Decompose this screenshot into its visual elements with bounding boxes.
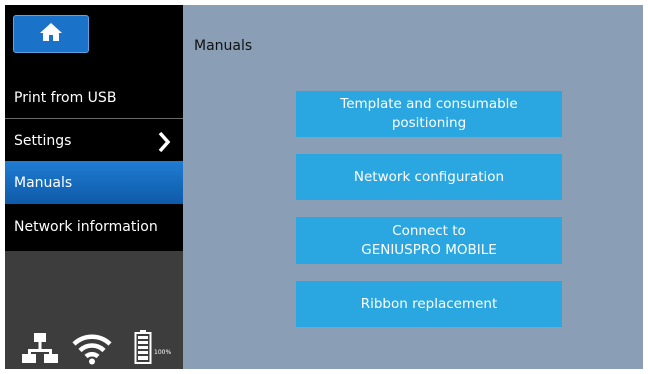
sidebar-item-manuals[interactable]: Manuals — [5, 162, 183, 204]
home-button[interactable] — [13, 15, 89, 53]
sidebar-item-label: Print from USB — [14, 89, 117, 106]
device-screen: Print from USB Settings Manuals Network … — [5, 5, 643, 369]
template-consumable-positioning-button[interactable]: Template and consumable positioning — [296, 91, 562, 137]
button-label-line2: positioning — [391, 115, 467, 131]
sidebar-item-network-information[interactable]: Network information — [5, 206, 183, 248]
network-icon — [19, 331, 61, 369]
wifi-icon — [72, 333, 112, 369]
button-label-line1: Template and consumable — [340, 96, 518, 112]
home-icon — [39, 22, 63, 46]
sidebar-item-settings[interactable]: Settings — [5, 120, 183, 162]
button-label-line2: GENIUSPRO MOBILE — [361, 241, 497, 258]
button-label-line1: Connect to — [392, 222, 466, 239]
battery-percent: 100% — [154, 349, 172, 356]
battery-icon — [134, 329, 152, 369]
sidebar-item-label: Manuals — [14, 175, 73, 191]
page-title: Manuals — [194, 38, 253, 54]
ribbon-replacement-button[interactable]: Ribbon replacement — [296, 281, 562, 327]
sidebar-menu: Print from USB Settings Manuals Network … — [5, 73, 183, 251]
sidebar-item-label: Settings — [14, 132, 72, 149]
sidebar: Print from USB Settings Manuals Network … — [5, 5, 183, 369]
network-configuration-button[interactable]: Network configuration — [296, 154, 562, 200]
status-bar: 100% — [5, 325, 183, 369]
sidebar-item-print-from-usb[interactable]: Print from USB — [5, 77, 183, 119]
button-label: Ribbon replacement — [360, 295, 498, 312]
connect-geniuspro-mobile-button[interactable]: Connect to GENIUSPRO MOBILE — [296, 217, 562, 264]
button-label: Network configuration — [353, 168, 505, 185]
sidebar-item-label: Network information — [14, 219, 158, 235]
sidebar-header — [5, 5, 183, 73]
chevron-right-icon — [157, 131, 171, 157]
